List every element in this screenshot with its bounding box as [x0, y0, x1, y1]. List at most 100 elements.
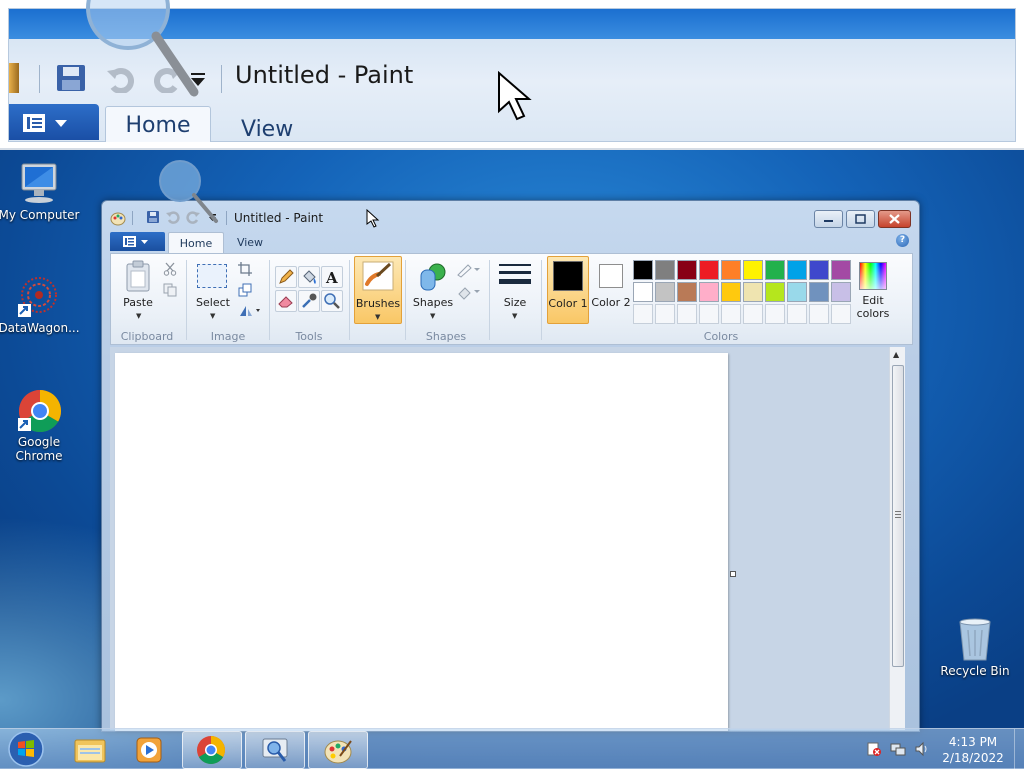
- taskbar-media-player[interactable]: [120, 731, 178, 767]
- copy-icon[interactable]: [163, 283, 177, 297]
- palette-swatch[interactable]: [699, 260, 719, 280]
- dropdown-arrow-icon: ▼: [210, 312, 216, 320]
- outline-icon[interactable]: [456, 262, 482, 278]
- color1-button[interactable]: Color 1: [547, 256, 589, 324]
- palette-swatch[interactable]: [655, 282, 675, 302]
- crop-icon[interactable]: [238, 262, 252, 276]
- title-bar[interactable]: Untitled - Paint: [102, 160, 919, 231]
- paint-app-icon: [9, 63, 19, 93]
- palette-swatch[interactable]: [809, 304, 829, 324]
- clock-time: 4:13 PM: [948, 735, 998, 749]
- rotate-icon[interactable]: [238, 304, 262, 318]
- palette-swatch[interactable]: [633, 260, 653, 280]
- edit-colors-button[interactable]: Edit colors: [855, 260, 891, 326]
- desktop-icon-my-computer[interactable]: My Computer: [0, 160, 81, 222]
- palette-swatch[interactable]: [787, 282, 807, 302]
- taskbar-chrome[interactable]: [182, 731, 242, 769]
- canvas-area: [110, 347, 895, 731]
- paint-app-icon[interactable]: [110, 210, 126, 226]
- taskbar-explorer[interactable]: [60, 731, 118, 767]
- show-desktop-button[interactable]: [1014, 729, 1024, 769]
- palette-swatch[interactable]: [677, 260, 697, 280]
- magnified-tab-home: Home: [105, 106, 211, 142]
- palette-swatch[interactable]: [787, 304, 807, 324]
- taskbar-magnifier[interactable]: [245, 731, 305, 769]
- palette-swatch[interactable]: [721, 260, 741, 280]
- palette-swatch[interactable]: [699, 304, 719, 324]
- paint-menu-button[interactable]: [110, 232, 165, 251]
- palette-swatch[interactable]: [655, 304, 675, 324]
- palette-swatch[interactable]: [743, 304, 763, 324]
- magnifier-button[interactable]: [321, 290, 343, 312]
- scroll-up-icon[interactable]: ▲: [893, 350, 899, 359]
- palette-swatch[interactable]: [633, 304, 653, 324]
- color1-swatch: [553, 261, 583, 291]
- group-label-colors: Colors: [703, 330, 739, 343]
- datawagon-icon: [18, 277, 57, 317]
- palette-swatch[interactable]: [765, 282, 785, 302]
- resize-icon[interactable]: [238, 283, 252, 297]
- fill-button[interactable]: [298, 266, 320, 288]
- palette-swatch[interactable]: [743, 282, 763, 302]
- palette-swatch[interactable]: [677, 304, 697, 324]
- start-button[interactable]: [6, 730, 46, 768]
- palette-swatch[interactable]: [721, 304, 741, 324]
- palette-swatch[interactable]: [655, 260, 675, 280]
- desktop-icon-google-chrome[interactable]: Google Chrome: [0, 387, 81, 463]
- desktop-icon-label: DataWagon...: [0, 321, 80, 335]
- eraser-button[interactable]: [275, 290, 297, 312]
- tab-home[interactable]: Home: [168, 232, 224, 254]
- help-button[interactable]: ?: [896, 234, 909, 247]
- desktop-icon-datawagon[interactable]: DataWagon...: [0, 273, 81, 335]
- palette-swatch[interactable]: [765, 304, 785, 324]
- brushes-button[interactable]: Brushes ▼: [354, 256, 402, 324]
- canvas-resize-handle[interactable]: [730, 571, 736, 577]
- palette-swatch[interactable]: [765, 260, 785, 280]
- minimize-button[interactable]: [814, 210, 843, 228]
- palette-swatch[interactable]: [831, 260, 851, 280]
- cut-icon[interactable]: [163, 262, 177, 276]
- fill-shape-icon[interactable]: [456, 284, 482, 300]
- drawing-canvas[interactable]: [115, 353, 728, 731]
- palette-swatch[interactable]: [721, 282, 741, 302]
- palette-swatch[interactable]: [787, 260, 807, 280]
- dropdown-arrow-icon: ▼: [430, 312, 436, 320]
- palette-swatch[interactable]: [809, 282, 829, 302]
- volume-icon[interactable]: [914, 741, 930, 757]
- scrollbar-thumb[interactable]: [892, 365, 904, 667]
- dropdown-arrow-icon: ▼: [375, 313, 381, 321]
- edit-colors-label: Edit colors: [856, 294, 890, 320]
- palette-swatch[interactable]: [831, 282, 851, 302]
- palette-swatch[interactable]: [831, 304, 851, 324]
- action-center-icon[interactable]: [866, 741, 882, 757]
- pencil-button[interactable]: [275, 266, 297, 288]
- taskbar-paint[interactable]: [308, 731, 368, 769]
- palette-swatch[interactable]: [677, 282, 697, 302]
- shapes-label: Shapes: [412, 296, 454, 309]
- text-icon: A: [325, 269, 338, 287]
- group-separator: [489, 260, 490, 340]
- select-button[interactable]: Select ▼: [193, 258, 233, 324]
- desktop-icon-recycle-bin[interactable]: Recycle Bin: [933, 616, 1017, 678]
- computer-icon: [21, 163, 57, 203]
- shapes-button[interactable]: Shapes ▼: [411, 258, 455, 324]
- palette-swatch[interactable]: [743, 260, 763, 280]
- palette-swatch[interactable]: [809, 260, 829, 280]
- paste-label: Paste: [123, 296, 153, 309]
- tab-view[interactable]: View: [230, 232, 270, 253]
- magnified-menu-button: [9, 104, 99, 140]
- text-button[interactable]: A: [321, 266, 343, 288]
- color-picker-button[interactable]: [298, 290, 320, 312]
- palette-swatch[interactable]: [633, 282, 653, 302]
- close-button[interactable]: [878, 210, 911, 228]
- clock[interactable]: 4:13 PM 2/18/2022: [938, 734, 1008, 766]
- paste-button[interactable]: Paste ▼: [117, 258, 159, 324]
- maximize-button[interactable]: [846, 210, 875, 228]
- color2-button[interactable]: Color 2: [591, 258, 631, 324]
- group-label-shapes: Shapes: [425, 330, 467, 343]
- size-button[interactable]: Size ▼: [495, 258, 535, 324]
- vertical-scrollbar[interactable]: ▲: [889, 347, 905, 730]
- network-icon[interactable]: [890, 741, 906, 757]
- menu-icon: [23, 114, 67, 132]
- palette-swatch[interactable]: [699, 282, 719, 302]
